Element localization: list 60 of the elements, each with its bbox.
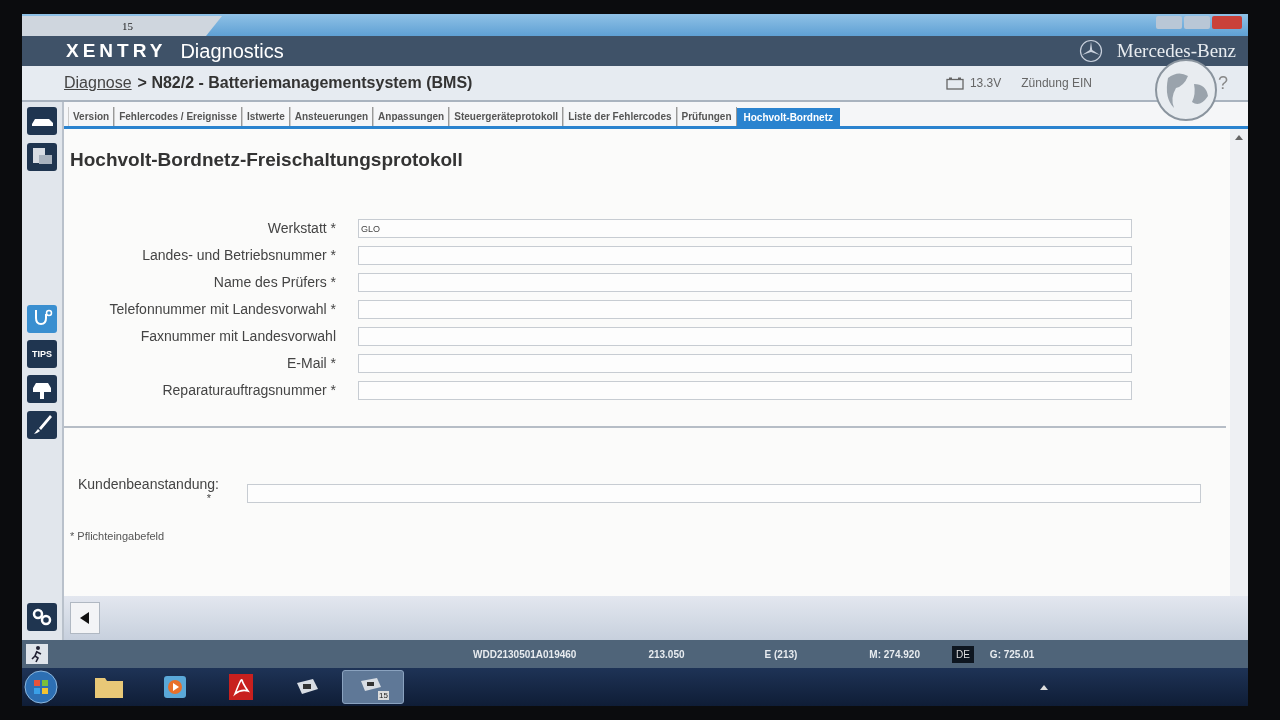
running-man-icon[interactable] xyxy=(26,644,48,664)
tab[interactable]: Ansteuerungen xyxy=(289,107,374,126)
page-title: Hochvolt-Bordnetz-Freischaltungsprotokoll xyxy=(70,149,464,171)
input-field[interactable] xyxy=(358,327,1132,346)
field-label: Landes- und Betriebsnummer * xyxy=(141,246,336,265)
input-field[interactable]: GLO xyxy=(358,219,1132,238)
field-label: Reparaturauftragsnummer * xyxy=(161,381,336,400)
tips-button[interactable]: TIPS xyxy=(27,340,57,368)
field-label: Kundenbeanstandung: xyxy=(78,476,219,492)
tab[interactable]: Prüfungen xyxy=(676,107,737,126)
input-field[interactable] xyxy=(358,273,1132,292)
window-tab[interactable]: 15 xyxy=(22,16,222,36)
status-text: G: 725.01 xyxy=(989,648,1035,660)
status-text: 213.050 xyxy=(648,648,685,660)
ignition-status: Zündung EIN xyxy=(1021,76,1092,90)
tab[interactable]: Istwerte xyxy=(241,107,290,126)
status-text: E (213) xyxy=(764,648,798,660)
brand-logo: XENTRY xyxy=(66,40,167,62)
required-mark: * xyxy=(206,492,211,504)
field-label: Telefonnummer mit Landesvorwahl * xyxy=(108,300,336,319)
breadcrumb-title: > N82/2 - Batteriemanagementsystem (BMS) xyxy=(137,74,473,92)
product-title: Diagnostics xyxy=(180,39,284,63)
start-button[interactable] xyxy=(24,670,58,704)
car-icon[interactable] xyxy=(27,106,57,136)
input-field[interactable] xyxy=(358,300,1132,319)
field-label: Werkstatt * xyxy=(266,219,336,238)
breadcrumb-link[interactable]: Diagnose xyxy=(64,74,132,92)
input-field[interactable] xyxy=(358,246,1132,265)
tab[interactable]: Version xyxy=(68,107,115,126)
footnote: * Pflichteingabefeld xyxy=(70,530,166,542)
field-label: Faxnummer mit Landesvorwahl xyxy=(139,327,336,346)
tab[interactable]: Fehlercodes / Ereignisse xyxy=(114,107,242,126)
tab[interactable]: Liste der Fehlercodes xyxy=(563,107,677,126)
language-badge: DE xyxy=(951,645,974,663)
battery-icon xyxy=(945,76,964,90)
field-label: Name des Prüfers * xyxy=(212,273,336,292)
settings-icon[interactable] xyxy=(27,602,57,632)
voltage-reading: 13.3V xyxy=(969,76,1002,90)
documents-icon[interactable] xyxy=(27,142,57,172)
back-button[interactable] xyxy=(70,602,100,634)
star-logo-icon xyxy=(1078,39,1103,63)
pdf-icon xyxy=(229,674,253,700)
folder-icon xyxy=(94,675,124,699)
tab[interactable]: Hochvolt-Bordnetz xyxy=(736,108,840,126)
maker-logo: Mercedes-Benz xyxy=(1116,40,1236,62)
back-arrow-icon xyxy=(80,612,90,624)
status-text: M: 274.920 xyxy=(869,648,920,660)
count-badge: 15 xyxy=(378,691,389,700)
brush-icon[interactable] xyxy=(27,410,57,440)
input-field[interactable] xyxy=(358,381,1132,400)
tray-arrow-icon[interactable] xyxy=(1040,684,1048,690)
input-field[interactable] xyxy=(358,354,1132,373)
status-text: WDD2130501A019460 xyxy=(473,648,577,660)
field-label: E-Mail * xyxy=(286,354,336,373)
taskbar-item[interactable]: 15 xyxy=(342,670,404,704)
tab[interactable]: Anpassungen xyxy=(373,107,450,126)
tab[interactable]: Steuergeräteprotokoll xyxy=(449,107,564,126)
input-field[interactable] xyxy=(246,484,1201,503)
play-icon xyxy=(163,675,187,699)
scroll-bar[interactable] xyxy=(1230,129,1248,596)
